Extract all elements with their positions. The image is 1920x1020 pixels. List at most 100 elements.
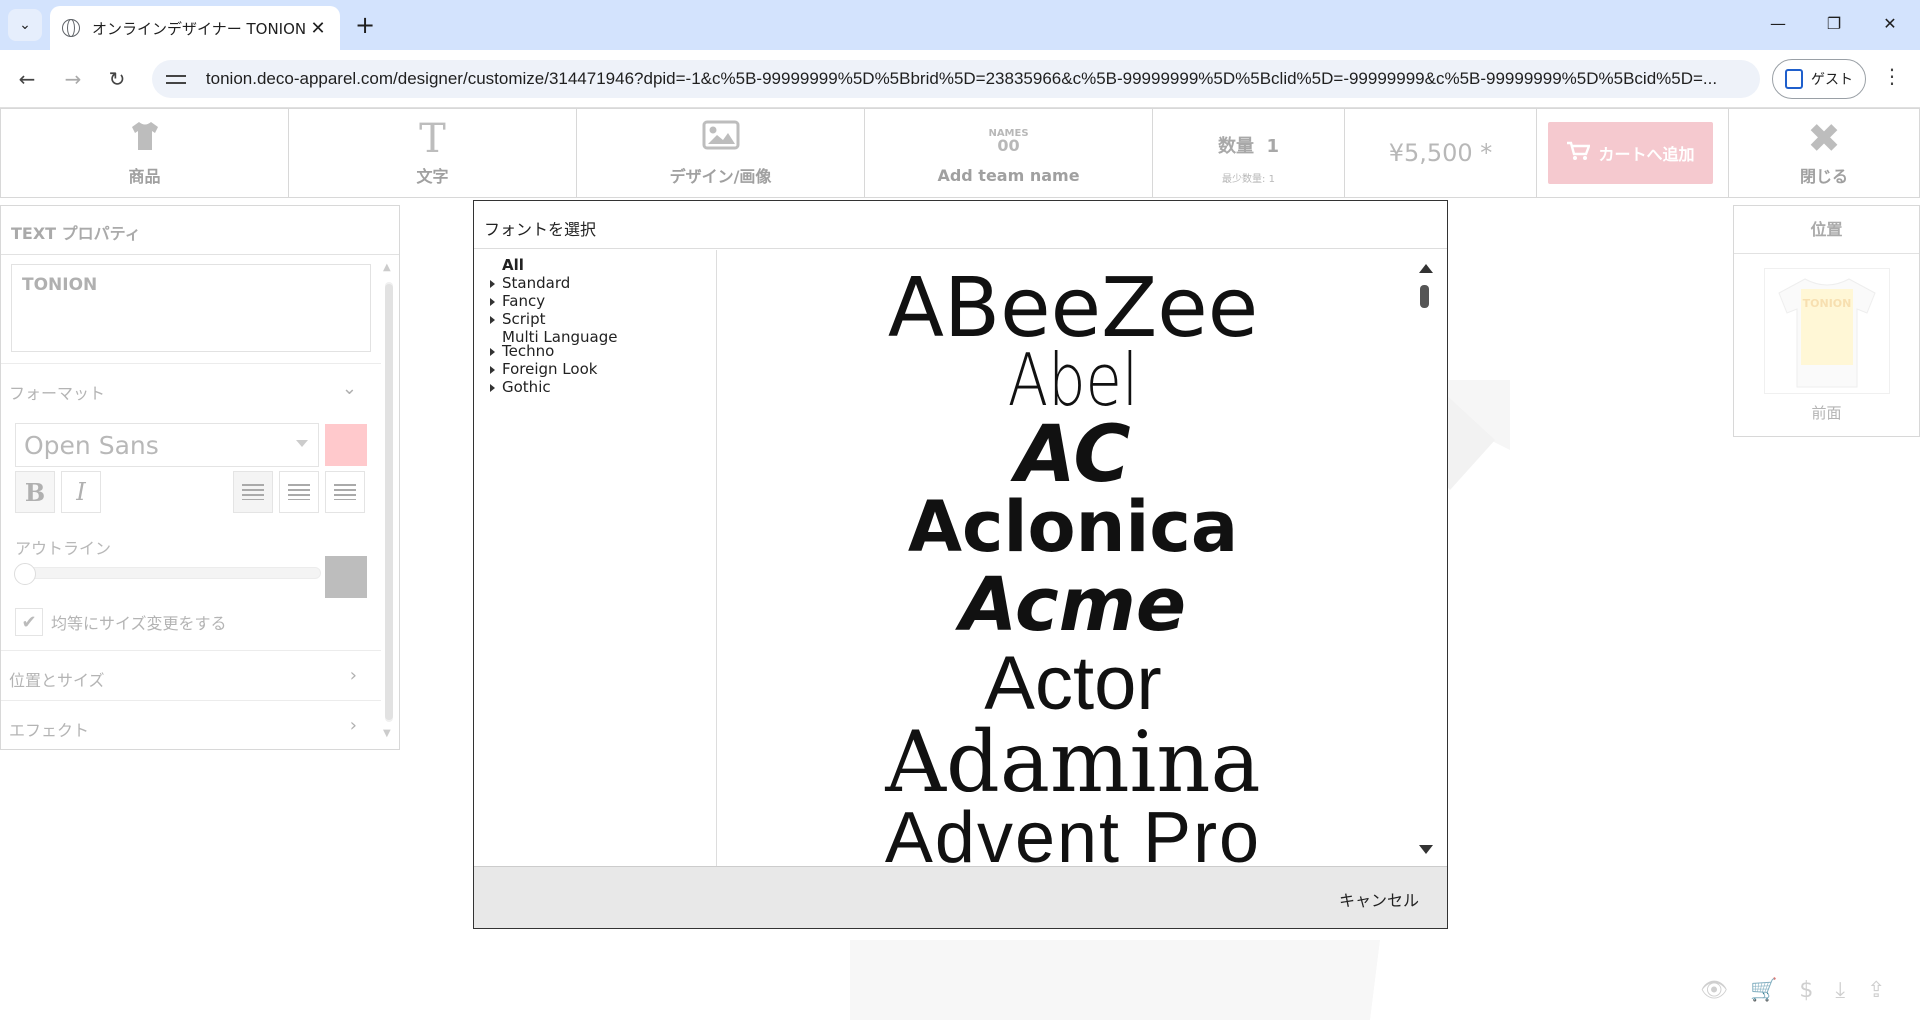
scroll-down-icon[interactable]: ▼ — [383, 728, 391, 739]
align-center-button[interactable] — [279, 471, 319, 513]
share-icon[interactable]: ⇪ — [1867, 978, 1885, 1003]
quantity-min: 最少数量: 1 — [1222, 173, 1275, 185]
browser-nav-bar: ← → ↻ tonion.deco-apparel.com/designer/c… — [0, 50, 1920, 108]
scroll-thumb[interactable] — [1420, 285, 1429, 308]
panel-header: TEXT プロパティ — [1, 206, 399, 255]
font-category-label: All — [502, 256, 524, 274]
tshirt-icon — [128, 119, 162, 159]
italic-button[interactable]: I — [61, 471, 101, 513]
add-to-cart-button[interactable]: カートへ追加 — [1548, 122, 1713, 184]
expand-triangle-icon[interactable] — [490, 348, 495, 356]
font-option[interactable]: Acme — [718, 568, 1428, 642]
globe-icon — [62, 19, 80, 37]
format-section[interactable]: フォーマット ⌄ — [1, 363, 381, 413]
font-category-script[interactable]: Script — [490, 310, 546, 328]
outline-color-swatch[interactable] — [325, 556, 367, 598]
expand-triangle-icon[interactable] — [490, 280, 495, 288]
align-left-button[interactable] — [233, 471, 273, 513]
scroll-down-icon[interactable] — [1419, 845, 1433, 854]
effect-section[interactable]: エフェクト › — [1, 700, 381, 750]
thumb-text: TONION — [1803, 297, 1852, 310]
more-icon[interactable]: ⋮ — [1882, 64, 1902, 88]
font-option[interactable]: Actor — [718, 646, 1428, 722]
font-option[interactable]: AC — [718, 416, 1428, 494]
format-label: フォーマット — [9, 384, 106, 403]
cart-icon[interactable]: 🛒 — [1750, 978, 1777, 1003]
position-panel: 位置 TONION 前面 — [1733, 205, 1920, 437]
image-icon — [702, 119, 740, 159]
quantity-control[interactable]: 数量 1 最少数量: 1 — [1152, 108, 1345, 198]
font-option[interactable]: Aclonica — [718, 492, 1428, 562]
font-category-label: Script — [502, 310, 546, 328]
font-list-scrollbar[interactable] — [1416, 264, 1434, 854]
forward-icon[interactable]: → — [56, 62, 90, 96]
eye-icon[interactable]: 👁 — [1700, 978, 1728, 1003]
back-icon[interactable]: ← — [10, 62, 44, 96]
restore-icon[interactable]: ❐ — [1806, 0, 1862, 48]
align-right-icon — [334, 484, 356, 500]
plus-icon[interactable]: + — [350, 10, 380, 40]
text-input[interactable]: TONION — [11, 264, 371, 352]
scroll-up-icon[interactable]: ▲ — [383, 262, 391, 273]
font-category-gothic[interactable]: Gothic — [490, 378, 551, 396]
price-value: ¥5,500 * — [1388, 139, 1493, 167]
scroll-up-icon[interactable] — [1419, 264, 1433, 273]
close-designer-button[interactable]: ✖ 閉じる — [1728, 108, 1920, 198]
font-option[interactable]: Adamina — [718, 720, 1428, 804]
font-category-label: Foreign Look — [502, 360, 598, 378]
font-option[interactable]: Abel — [782, 344, 1364, 416]
position-size-section[interactable]: 位置とサイズ › — [1, 650, 381, 700]
scroll-thumb[interactable] — [385, 284, 393, 720]
chevron-right-icon: › — [349, 665, 357, 686]
tab-title: オンラインデザイナー TONION — [92, 19, 307, 38]
minimize-icon[interactable]: — — [1750, 0, 1806, 48]
close-icon[interactable]: ✕ — [308, 18, 328, 39]
font-category-standard[interactable]: Standard — [490, 274, 570, 292]
panel-scrollbar[interactable]: ▲ ▼ — [383, 262, 395, 742]
font-category-list: All Standard Fancy Script Multi Language Tech… — [474, 250, 717, 866]
quantity-value[interactable]: 1 — [1267, 136, 1280, 157]
address-bar[interactable]: tonion.deco-apparel.com/designer/customi… — [152, 60, 1760, 98]
tshirt-thumb-icon: TONION — [1778, 278, 1876, 388]
slider-knob[interactable] — [14, 563, 36, 585]
font-category-all[interactable]: All — [502, 256, 524, 274]
product-tool[interactable]: 商品 — [0, 108, 289, 198]
expand-triangle-icon[interactable] — [490, 316, 495, 324]
font-list[interactable]: ABeeZee Abel AC Aclonica Acme Actor Adamina Adv… — [718, 250, 1448, 867]
site-info-icon[interactable] — [166, 71, 188, 87]
font-category-foreign-look[interactable]: Foreign Look — [490, 360, 598, 378]
team-name-tool[interactable]: NAMES 00 Add team name — [864, 108, 1153, 198]
expand-triangle-icon[interactable] — [490, 384, 495, 392]
effect-label: エフェクト — [9, 721, 90, 740]
front-thumbnail[interactable]: TONION — [1764, 268, 1890, 394]
design-tool[interactable]: デザイン/画像 — [576, 108, 865, 198]
font-select[interactable]: Open Sans — [15, 423, 319, 467]
add-to-cart-label: カートへ追加 — [1598, 145, 1695, 164]
guest-profile-button[interactable]: ゲスト — [1772, 59, 1866, 99]
bold-button[interactable]: B — [15, 471, 55, 513]
browser-tab[interactable]: オンラインデザイナー TONION ✕ — [50, 6, 340, 50]
caret-down-icon — [296, 440, 308, 447]
text-tool[interactable]: T 文字 — [288, 108, 577, 198]
check-icon[interactable]: ✔ — [15, 608, 43, 636]
align-left-icon — [242, 484, 264, 500]
expand-triangle-icon[interactable] — [490, 298, 495, 306]
outline-slider[interactable] — [14, 563, 321, 585]
download-icon[interactable]: ⤓ — [1835, 978, 1845, 1003]
designer-toolbar: 商品 T 文字 デザイン/画像 NAMES 00 Add team name 数量… — [0, 108, 1920, 198]
text-color-swatch[interactable] — [325, 424, 367, 466]
close-label: 閉じる — [1799, 167, 1848, 186]
reload-icon[interactable]: ↻ — [100, 62, 134, 96]
dollar-icon[interactable]: $ — [1799, 978, 1813, 1003]
font-option[interactable]: Advent Pro — [718, 802, 1428, 866]
font-category-fancy[interactable]: Fancy — [490, 292, 545, 310]
align-center-icon — [288, 484, 310, 500]
tab-search-icon[interactable]: ⌄ — [8, 9, 42, 41]
team-name-label: Add team name — [937, 165, 1080, 185]
align-right-button[interactable] — [325, 471, 365, 513]
font-category-techno[interactable]: Techno — [490, 342, 554, 360]
cancel-button[interactable]: キャンセル — [1339, 887, 1419, 911]
uniform-resize-checkbox[interactable]: ✔ 均等にサイズ変更をする — [15, 608, 227, 636]
close-window-icon[interactable]: ✕ — [1862, 0, 1918, 48]
expand-triangle-icon[interactable] — [490, 366, 495, 374]
